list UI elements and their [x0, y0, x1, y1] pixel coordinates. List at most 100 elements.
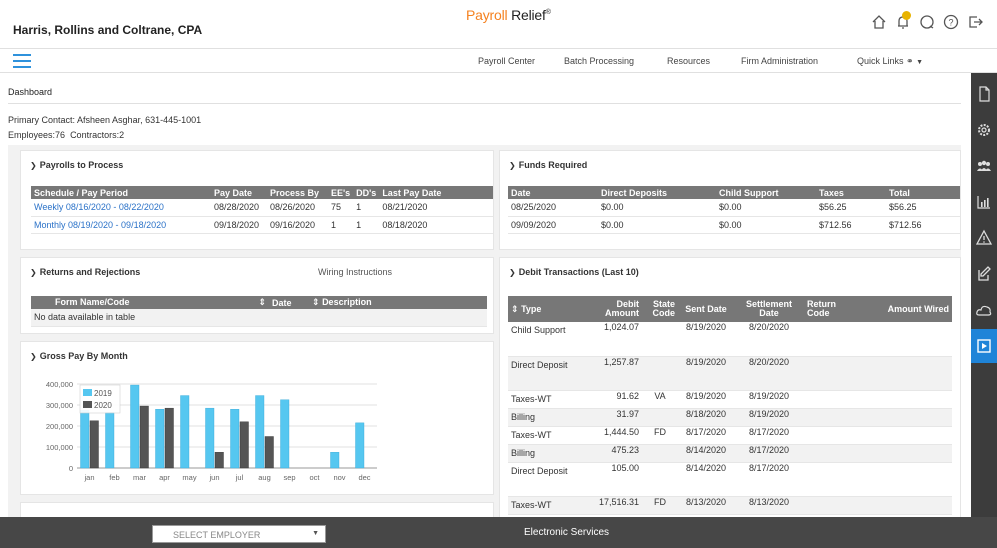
- col-child-support[interactable]: Child Support: [716, 186, 816, 199]
- table-cell: [804, 390, 860, 409]
- x-tick-label: aug: [258, 473, 271, 482]
- edit-icon[interactable]: [971, 257, 997, 291]
- col-description[interactable]: ⇕ Description: [309, 296, 487, 309]
- col-debit-amount[interactable]: Debit Amount: [580, 296, 642, 322]
- col-ees[interactable]: EE's: [328, 186, 354, 199]
- bar-chart-icon[interactable]: [971, 185, 997, 219]
- table-row: Taxes-WT 1,444.50 FD 8/17/2020 8/17/2020: [508, 426, 952, 445]
- col-date[interactable]: Date: [508, 186, 598, 199]
- nav-firm-administration[interactable]: Firm Administration: [741, 56, 857, 67]
- table-cell: 8/14/2020: [678, 444, 734, 463]
- table-cell: 8/19/2020: [734, 390, 804, 409]
- sort-icon: ⇕: [511, 303, 519, 314]
- col-sent-date[interactable]: Sent Date: [678, 296, 734, 322]
- contractor-count: Contractors:2: [70, 130, 125, 140]
- sort-icon: ⇕: [312, 297, 320, 307]
- select-employer-dropdown[interactable]: SELECT EMPLOYER ▼: [152, 525, 326, 543]
- col-schedule[interactable]: Schedule / Pay Period: [31, 186, 211, 199]
- bar-2019-jul: [230, 409, 240, 469]
- col-taxes[interactable]: Taxes: [816, 186, 886, 199]
- table-cell: [804, 462, 860, 497]
- col-settlement-date[interactable]: Settlement Date: [734, 296, 804, 322]
- wiring-instructions-link[interactable]: Wiring Instructions: [318, 267, 392, 277]
- x-tick-label: nov: [333, 473, 345, 482]
- bar-2020-jan: [89, 420, 99, 469]
- gross-pay-title-text: Gross Pay By Month: [39, 351, 128, 361]
- table-cell: 09/16/2020: [267, 216, 328, 234]
- chat-icon[interactable]: [918, 13, 936, 31]
- table-cell: 8/18/2020: [678, 408, 734, 427]
- col-dds[interactable]: DD's: [353, 186, 380, 199]
- help-icon[interactable]: ?: [942, 13, 960, 31]
- returns-panel: ❯ Returns and Rejections Wiring Instructi…: [20, 257, 494, 334]
- funds-title[interactable]: ❯ Funds Required: [509, 160, 587, 170]
- y-tick-label: 300,000: [46, 401, 73, 410]
- nav-resources[interactable]: Resources: [667, 56, 741, 67]
- table-cell: 08/21/2020: [379, 199, 493, 217]
- logout-icon[interactable]: [966, 13, 984, 31]
- pay-period-link[interactable]: Weekly 08/16/2020 - 08/22/2020: [31, 199, 211, 217]
- payrolls-title-text: Payrolls to Process: [39, 160, 124, 170]
- electronic-services-link[interactable]: Electronic Services: [524, 527, 609, 538]
- nav-batch-processing[interactable]: Batch Processing: [564, 56, 667, 67]
- col-state-code[interactable]: State Code: [642, 296, 678, 322]
- svg-text:?: ?: [948, 18, 953, 28]
- col-date[interactable]: Date: [269, 296, 309, 309]
- y-tick-label: 100,000: [46, 443, 73, 452]
- col-direct-deposits[interactable]: Direct Deposits: [598, 186, 716, 199]
- col-form-name[interactable]: Form Name/Code ⇕: [31, 296, 269, 309]
- debits-title[interactable]: ❯ Debit Transactions (Last 10): [509, 267, 639, 277]
- debits-panel: ❯ Debit Transactions (Last 10) ⇕ Type Deb…: [499, 257, 961, 522]
- col-settlement-date-label: Settlement Date: [745, 299, 792, 318]
- table-cell: 08/28/2020: [211, 199, 267, 217]
- col-amount-wired[interactable]: Amount Wired: [860, 296, 952, 322]
- table-cell: [804, 408, 860, 427]
- firm-name: Harris, Rollins and Coltrane, CPA: [13, 23, 203, 37]
- gross-pay-panel: ❯ Gross Pay By Month 0 100,000 200,000 300,0…: [20, 341, 494, 495]
- table-cell: Taxes-WT: [508, 496, 580, 515]
- returns-title[interactable]: ❯ Returns and Rejections: [30, 267, 140, 277]
- debits-title-text: Debit Transactions (Last 10): [518, 267, 639, 277]
- col-total[interactable]: Total: [886, 186, 960, 199]
- col-last-pay-date[interactable]: Last Pay Date: [379, 186, 493, 199]
- table-cell: $712.56: [886, 216, 960, 234]
- table-cell: $0.00: [716, 216, 816, 234]
- footer-bar: [0, 517, 997, 548]
- funds-title-text: Funds Required: [518, 160, 588, 170]
- table-cell: [860, 426, 952, 445]
- table-cell: 105.00: [580, 462, 642, 497]
- nav-payroll-center[interactable]: Payroll Center: [478, 56, 564, 67]
- table-cell: [860, 356, 952, 391]
- empty-message: No data available in table: [31, 309, 487, 327]
- bar-2020-mar: [139, 405, 149, 469]
- gear-icon[interactable]: [971, 113, 997, 147]
- table-cell: FD: [642, 426, 678, 445]
- table-cell: [804, 322, 860, 357]
- col-return-code[interactable]: Return Code: [804, 296, 860, 322]
- breadcrumb[interactable]: Dashboard: [8, 87, 52, 97]
- document-icon[interactable]: [971, 77, 997, 111]
- x-tick-label: feb: [109, 473, 119, 482]
- bar-2019-dec: [355, 422, 365, 469]
- chevron-down-icon: ❯: [30, 161, 37, 170]
- bell-icon[interactable]: [894, 11, 912, 31]
- col-process-by[interactable]: Process By: [267, 186, 328, 199]
- nav-quick-links[interactable]: Quick Links ⚭ ▼: [857, 56, 923, 67]
- y-tick-label: 0: [69, 464, 73, 473]
- gross-pay-title[interactable]: ❯ Gross Pay By Month: [30, 351, 128, 361]
- x-tick-label: apr: [159, 473, 170, 482]
- legend-label-2019: 2019: [94, 389, 112, 398]
- warning-icon[interactable]: [971, 221, 997, 255]
- cloud-icon[interactable]: [971, 293, 997, 327]
- table-cell: 8/17/2020: [678, 426, 734, 445]
- payrolls-title[interactable]: ❯ Payrolls to Process: [30, 160, 123, 170]
- people-icon[interactable]: [971, 149, 997, 183]
- col-type[interactable]: ⇕ Type: [508, 296, 580, 322]
- home-icon[interactable]: [870, 13, 888, 31]
- table-cell: $56.25: [886, 199, 960, 217]
- play-icon[interactable]: [971, 329, 997, 363]
- table-row: Child Support 1,024.07 8/19/2020 8/20/2020: [508, 322, 952, 357]
- col-pay-date[interactable]: Pay Date: [211, 186, 267, 199]
- hamburger-menu-icon[interactable]: [13, 54, 31, 68]
- pay-period-link[interactable]: Monthly 08/19/2020 - 09/18/2020: [31, 216, 211, 234]
